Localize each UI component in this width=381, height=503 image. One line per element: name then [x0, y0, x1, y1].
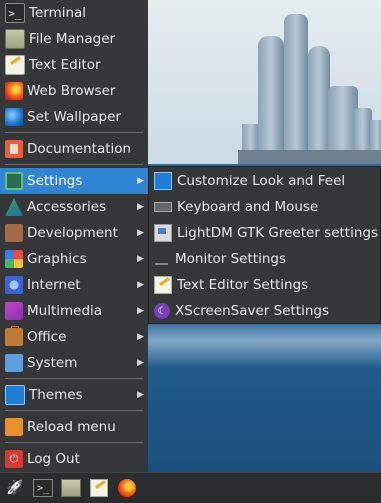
settings-gear-icon: [5, 172, 23, 190]
menu-item-label: Themes: [29, 387, 83, 403]
submenu-arrow-icon: ▶: [137, 390, 144, 400]
text-editor-icon: [90, 479, 108, 497]
menu-item-label: Set Wallpaper: [27, 109, 121, 125]
settings-submenu: Customize Look and Feel Keyboard and Mou…: [148, 166, 381, 324]
menu-item-settings[interactable]: Settings ▶: [0, 168, 148, 194]
submenu-item-monitor-settings[interactable]: Monitor Settings: [149, 246, 381, 272]
taskbar-terminal-button[interactable]: >_: [32, 478, 54, 498]
menu-separator: [5, 378, 143, 379]
menu-item-graphics[interactable]: Graphics ▶: [0, 246, 148, 272]
taskbar-file-manager-button[interactable]: [60, 478, 82, 498]
office-briefcase-icon: [5, 326, 23, 346]
menu-item-label: Documentation: [27, 141, 132, 157]
submenu-item-label: XScreenSaver Settings: [175, 303, 330, 319]
menu-item-file-manager[interactable]: File Manager: [0, 26, 148, 52]
submenu-item-lightdm-greeter-settings[interactable]: LightDM GTK Greeter settings: [149, 220, 381, 246]
submenu-arrow-icon: ▶: [137, 358, 144, 368]
internet-icon: [5, 276, 23, 294]
menu-separator: [5, 410, 143, 411]
submenu-arrow-icon: ▶: [137, 176, 144, 186]
submenu-item-keyboard-and-mouse[interactable]: Keyboard and Mouse: [149, 194, 381, 220]
terminal-icon: >_: [33, 479, 53, 497]
menu-item-system[interactable]: System ▶: [0, 350, 148, 376]
menu-item-development[interactable]: Development ▶: [0, 220, 148, 246]
globe-icon: [5, 108, 23, 126]
submenu-arrow-icon: ▶: [137, 306, 144, 316]
menu-separator: [5, 164, 143, 165]
menu-item-label: Graphics: [27, 251, 87, 267]
menu-item-reload-menu[interactable]: Reload menu: [0, 414, 148, 440]
launcher-rocket-icon[interactable]: [4, 478, 26, 498]
system-icon: [5, 354, 23, 372]
folder-icon: [5, 29, 25, 49]
development-icon: [5, 224, 23, 242]
menu-item-label: Multimedia: [27, 303, 103, 319]
submenu-item-customize-look-and-feel[interactable]: Customize Look and Feel: [149, 168, 381, 194]
menu-item-terminal[interactable]: >_ Terminal: [0, 0, 148, 26]
text-editor-icon: [5, 55, 25, 75]
monitor-icon: [154, 251, 170, 267]
submenu-item-label: Monitor Settings: [175, 251, 286, 267]
keyboard-icon: [154, 202, 172, 212]
terminal-icon: >_: [5, 3, 25, 23]
reload-icon: [5, 418, 23, 436]
submenu-arrow-icon: ▶: [137, 332, 144, 342]
menu-item-label: Reload menu: [27, 419, 116, 435]
screensaver-icon: [154, 303, 170, 319]
submenu-item-text-editor-settings[interactable]: Text Editor Settings: [149, 272, 381, 298]
submenu-item-label: LightDM GTK Greeter settings: [177, 225, 378, 241]
taskbar: >_: [0, 472, 381, 503]
submenu-arrow-icon: ▶: [137, 254, 144, 264]
firefox-icon: [5, 82, 23, 100]
menu-item-label: Web Browser: [27, 83, 116, 99]
menu-item-label: Terminal: [29, 5, 87, 21]
menu-item-label: Text Editor: [29, 57, 101, 73]
submenu-item-label: Customize Look and Feel: [177, 173, 346, 189]
menu-item-web-browser[interactable]: Web Browser: [0, 78, 148, 104]
menu-item-label: Log Out: [27, 451, 80, 467]
submenu-item-label: Keyboard and Mouse: [177, 199, 319, 215]
menu-item-log-out[interactable]: Log Out: [0, 446, 148, 472]
customize-icon: [154, 172, 172, 190]
themes-icon: [5, 385, 25, 405]
menu-item-label: Internet: [27, 277, 81, 293]
folder-icon: [61, 479, 81, 497]
menu-item-label: Office: [27, 329, 67, 345]
power-icon: [5, 450, 23, 468]
lightdm-icon: [154, 224, 172, 242]
submenu-item-label: Text Editor Settings: [177, 277, 309, 293]
menu-item-set-wallpaper[interactable]: Set Wallpaper: [0, 104, 148, 130]
taskbar-text-editor-button[interactable]: [88, 478, 110, 498]
menu-item-documentation[interactable]: Documentation: [0, 136, 148, 162]
menu-item-label: Development: [27, 225, 118, 241]
menu-item-accessories[interactable]: Accessories ▶: [0, 194, 148, 220]
menu-item-multimedia[interactable]: Multimedia ▶: [0, 298, 148, 324]
text-editor-icon: [154, 276, 172, 294]
taskbar-web-browser-button[interactable]: [116, 478, 138, 498]
documentation-icon: [5, 140, 23, 158]
menu-item-internet[interactable]: Internet ▶: [0, 272, 148, 298]
accessories-icon: [5, 198, 23, 216]
menu-item-text-editor[interactable]: Text Editor: [0, 52, 148, 78]
graphics-icon: [5, 250, 23, 268]
menu-item-label: Settings: [27, 173, 83, 189]
firefox-icon: [118, 479, 136, 497]
menu-item-themes[interactable]: Themes ▶: [0, 382, 148, 408]
menu-separator: [5, 132, 143, 133]
menu-item-label: File Manager: [29, 31, 116, 47]
submenu-arrow-icon: ▶: [137, 202, 144, 212]
submenu-arrow-icon: ▶: [137, 280, 144, 290]
menu-item-label: Accessories: [27, 199, 107, 215]
submenu-arrow-icon: ▶: [137, 228, 144, 238]
menu-separator: [5, 442, 143, 443]
menu-item-label: System: [27, 355, 78, 371]
menu-item-office[interactable]: Office ▶: [0, 324, 148, 350]
application-menu: >_ Terminal File Manager Text Editor Web…: [0, 0, 148, 472]
multimedia-icon: [5, 302, 23, 320]
submenu-item-xscreensaver-settings[interactable]: XScreenSaver Settings: [149, 298, 381, 324]
